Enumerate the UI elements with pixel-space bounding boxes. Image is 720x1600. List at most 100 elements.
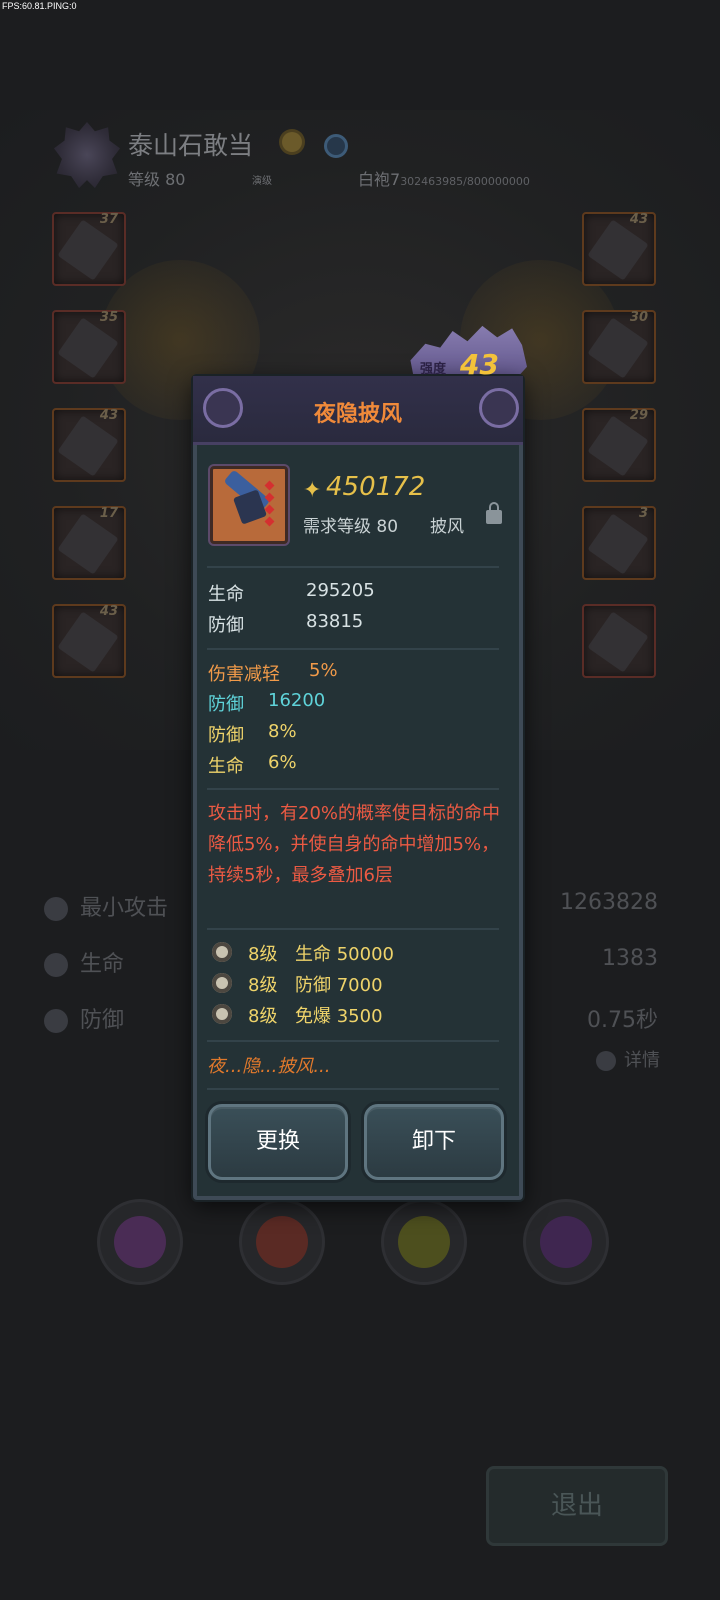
set-attr: 免爆 3500 xyxy=(295,1006,383,1027)
item-icon xyxy=(210,466,288,544)
divider xyxy=(207,928,499,930)
item-title: 夜隐披风 xyxy=(313,402,402,427)
stat-value-hp: 1383 xyxy=(602,946,658,971)
exp-display: 白袍7302463985/800000000 xyxy=(358,166,530,190)
equipment-icon xyxy=(57,611,119,673)
divider xyxy=(207,648,499,650)
sword-icon xyxy=(44,897,68,921)
extra-attr-name: 防御 xyxy=(208,694,244,715)
set-level: 8级 xyxy=(248,944,278,965)
base-attr-value: 295205 xyxy=(306,580,375,601)
equip-slot-left-4[interactable]: 17 xyxy=(52,506,126,580)
set-attr: 生命 50000 xyxy=(295,944,394,965)
required-level: 需求等级 80 xyxy=(303,517,399,537)
equipment-icon xyxy=(587,219,649,281)
rank-label: 演级 xyxy=(252,176,272,187)
detail-label: 详情 xyxy=(624,1050,660,1071)
equip-slot-right-5[interactable] xyxy=(582,604,656,678)
heart-icon xyxy=(44,953,68,977)
skill-button-1[interactable] xyxy=(100,1202,180,1282)
stat-label: 最小攻击 xyxy=(80,896,169,921)
slot-strength: 43 xyxy=(99,604,118,619)
slot-strength: 17 xyxy=(99,506,118,521)
slot-strength: 35 xyxy=(99,310,118,325)
base-attr-name: 生命 xyxy=(208,584,244,605)
character-name: 泰山石敢当 xyxy=(128,131,254,160)
divider xyxy=(207,1088,499,1090)
extra-attr-name: 生命 xyxy=(208,756,244,777)
lock-icon[interactable] xyxy=(486,502,502,524)
moon-icon xyxy=(324,134,348,158)
character-level: 等级 80 xyxy=(128,170,186,189)
set-level: 8级 xyxy=(248,1006,278,1027)
equip-slot-right-3[interactable]: 29 xyxy=(582,408,656,482)
divider xyxy=(207,1040,499,1042)
equipment-icon xyxy=(57,415,119,477)
extra-attr-value: 16200 xyxy=(268,690,326,711)
set-piece-icon xyxy=(212,942,232,962)
crossed-axes-icon xyxy=(256,1216,308,1268)
orbs-icon xyxy=(398,1216,450,1268)
equipment-icon xyxy=(587,415,649,477)
equip-slot-left-3[interactable]: 43 xyxy=(52,408,126,482)
equip-slot-right-1[interactable]: 43 xyxy=(582,212,656,286)
equipment-icon xyxy=(57,513,119,575)
equipment-icon xyxy=(57,317,119,379)
equipment-icon xyxy=(587,513,649,575)
stat-value-attack: 1263828 xyxy=(560,890,658,915)
extra-attr-name: 伤害减轻 xyxy=(208,664,280,685)
equipment-icon xyxy=(57,219,119,281)
extra-attr-value: 6% xyxy=(268,752,297,773)
equipment-icon xyxy=(587,317,649,379)
extra-attr-value: 5% xyxy=(309,660,338,681)
dagger-icon xyxy=(114,1216,166,1268)
slot-strength: 29 xyxy=(629,408,648,423)
skill-button-3[interactable] xyxy=(384,1202,464,1282)
item-skill-description: 攻击时，有20%的概率使目标的命中降低5%，并使自身的命中增加5%，持续5秒，最… xyxy=(208,803,501,886)
slot-strength: 43 xyxy=(629,212,648,227)
set-attr: 防御 7000 xyxy=(295,975,383,996)
slot-strength: 3 xyxy=(638,506,648,521)
slot-strength: 30 xyxy=(629,310,648,325)
base-attr-value: 83815 xyxy=(306,611,364,632)
equip-slot-left-5[interactable]: 43 xyxy=(52,604,126,678)
stat-row-attack: 最小攻击 xyxy=(44,890,168,922)
shield-icon xyxy=(44,1009,68,1033)
extra-attr-name: 防御 xyxy=(208,725,244,746)
base-attr-name: 防御 xyxy=(208,615,244,636)
stat-row-hp: 生命 xyxy=(44,946,124,978)
equipment-icon xyxy=(587,611,649,673)
equip-slot-right-4[interactable]: 3 xyxy=(582,506,656,580)
power-value: 450172 xyxy=(326,472,426,502)
power-icon: ✦ xyxy=(303,478,322,503)
skill-button-2[interactable] xyxy=(242,1202,322,1282)
stat-value-defense: 0.75秒 xyxy=(587,1008,658,1033)
slot-strength: 43 xyxy=(99,408,118,423)
exit-button[interactable]: 退出 xyxy=(486,1466,668,1546)
equip-slot-left-2[interactable]: 35 xyxy=(52,310,126,384)
item-type: 披风 xyxy=(430,517,464,537)
detail-button[interactable]: 详情 xyxy=(596,1046,660,1072)
set-piece-icon xyxy=(212,1004,232,1024)
stat-label: 防御 xyxy=(80,1008,125,1033)
slot-strength: 37 xyxy=(99,212,118,227)
equip-slot-right-2[interactable]: 30 xyxy=(582,310,656,384)
strength-value: 43 xyxy=(460,348,499,381)
divider xyxy=(207,788,499,790)
set-level: 8级 xyxy=(248,975,278,996)
sun-icon xyxy=(282,132,302,152)
set-piece-icon xyxy=(212,973,232,993)
unequip-button[interactable]: 卸下 xyxy=(364,1104,504,1180)
divider xyxy=(207,566,499,568)
stat-row-defense: 防御 xyxy=(44,1002,124,1034)
equip-slot-left-1[interactable]: 37 xyxy=(52,212,126,286)
stat-label: 生命 xyxy=(80,952,125,977)
exp-value: 302463985/800000000 xyxy=(400,175,530,188)
exp-label: 白袍7 xyxy=(358,170,401,189)
info-icon xyxy=(596,1051,616,1071)
item-flavor-text: 夜...隐...披风... xyxy=(207,1056,331,1077)
strength-label: 强度 xyxy=(420,362,447,377)
skill-button-4[interactable] xyxy=(526,1202,606,1282)
demon-icon xyxy=(540,1216,592,1268)
replace-button[interactable]: 更换 xyxy=(208,1104,348,1180)
